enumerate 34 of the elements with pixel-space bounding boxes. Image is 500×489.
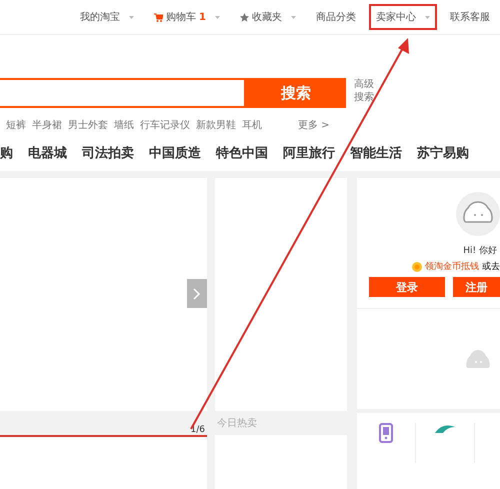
nav-link[interactable]: 苏宁易购 [417, 144, 469, 162]
or-text: 或去 [482, 260, 500, 273]
hot-word-link[interactable]: 墙纸 [114, 118, 134, 132]
star-icon [240, 12, 249, 22]
coin-icon [412, 262, 422, 272]
top-bar-link[interactable]: 联系客服 [443, 4, 497, 30]
hot-word-link[interactable]: 行车记录仪 [140, 118, 190, 132]
top-bar-link[interactable]: 我的淘宝 [73, 4, 142, 30]
top-bar-link[interactable]: 收藏夹 [233, 4, 303, 30]
nav-link[interactable]: 智能生活 [350, 144, 402, 162]
hot-word-link[interactable]: 新款男鞋 [196, 118, 236, 132]
cart-icon [154, 12, 164, 22]
search-field[interactable] [0, 78, 246, 108]
greeting-text: Hi! 你好 [463, 245, 498, 257]
hot-word-link[interactable]: 耳机 [242, 118, 262, 132]
top-bar-link[interactable]: 商品分类 [309, 4, 363, 30]
top-bar-link[interactable]: 卖家中心 [369, 4, 437, 30]
section-title: 今日热卖 [217, 416, 257, 430]
nav-link[interactable]: 阿里旅行 [283, 144, 335, 162]
nav-link[interactable]: 中国质造 [149, 144, 201, 162]
hot-word-link[interactable]: 男士外套 [68, 118, 108, 132]
nav-link[interactable]: 电器城 [28, 144, 67, 162]
hot-word-link[interactable]: 半身裙 [32, 118, 62, 132]
coin-link[interactable]: 领淘金币抵钱 [425, 260, 479, 273]
chevron-right-icon [193, 288, 201, 300]
nav-link[interactable]: 购 [0, 144, 13, 162]
phone-icon[interactable] [379, 423, 393, 443]
next-button[interactable] [187, 279, 207, 308]
nav-link[interactable]: 特色中国 [216, 144, 268, 162]
nav-link[interactable]: 司法拍卖 [82, 144, 134, 162]
advanced-search-link[interactable]: 高级 搜索 [354, 78, 374, 104]
hot-word-link[interactable]: 短裤 [6, 118, 26, 132]
top-bar-link[interactable]: 购物车 1 [147, 4, 227, 30]
more-link[interactable]: 更多 > [298, 118, 330, 132]
